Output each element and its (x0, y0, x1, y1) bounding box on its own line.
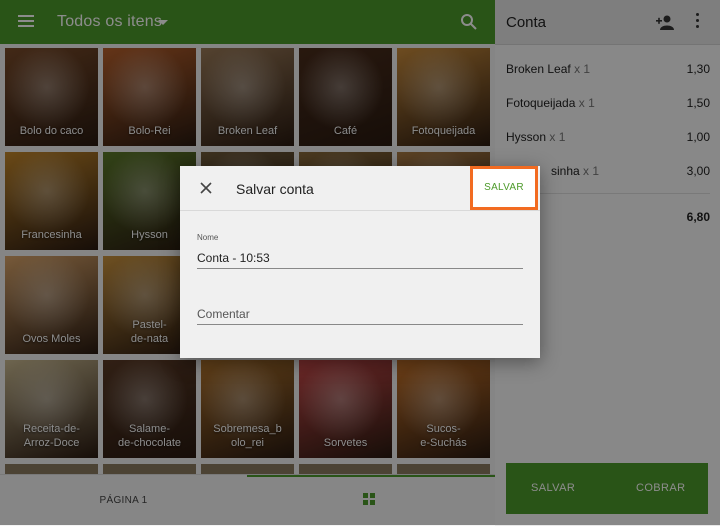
close-icon[interactable] (200, 182, 212, 194)
dialog-save-button[interactable]: SALVAR (470, 166, 538, 210)
name-input[interactable] (197, 248, 523, 269)
dialog-title: Salvar conta (236, 181, 314, 197)
save-account-dialog: Salvar conta SALVAR Nome (180, 166, 540, 358)
name-field-label: Nome (197, 233, 219, 242)
dialog-header: Salvar conta SALVAR (180, 166, 540, 211)
comment-input[interactable] (197, 304, 523, 325)
